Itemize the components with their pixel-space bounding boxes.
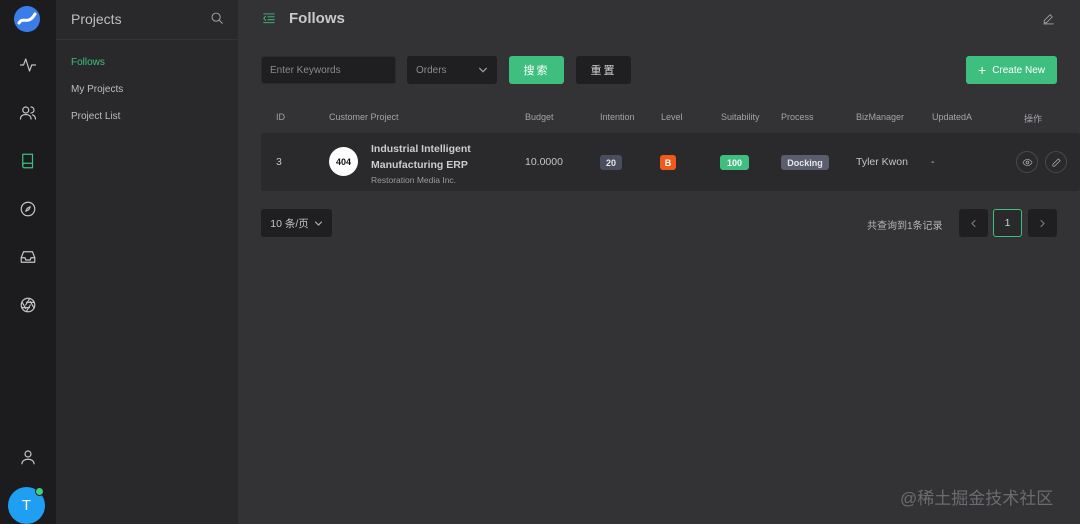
cell-biz-manager: Tyler Kwon <box>856 156 908 168</box>
col-header-biz-manager[interactable]: BizManager <box>856 112 904 122</box>
sidebar-item-project-list[interactable]: Project List <box>71 111 120 122</box>
projects-sidebar: Projects Follows My Projects Project Lis… <box>56 0 238 524</box>
chevron-right-icon <box>1040 219 1045 227</box>
col-header-process[interactable]: Process <box>781 112 814 122</box>
plus-icon: + <box>978 62 987 78</box>
page-size-label: 10 条/页 <box>270 217 309 230</box>
col-header-intention[interactable]: Intention <box>600 112 635 122</box>
user-icon[interactable] <box>14 443 42 471</box>
eye-icon <box>1022 158 1032 166</box>
top-bar: Follows <box>238 0 1080 38</box>
reset-button[interactable]: 重置 <box>576 56 631 84</box>
total-records-text: 共查询到1条记录 <box>867 221 943 232</box>
compass-icon[interactable] <box>14 195 42 223</box>
create-new-label: Create New <box>992 64 1045 76</box>
col-header-id[interactable]: ID <box>276 112 285 122</box>
company-name: Restoration Media Inc. <box>371 175 457 185</box>
col-header-suitability[interactable]: Suitability <box>721 112 760 122</box>
sidebar-item-follows[interactable]: Follows <box>71 57 105 68</box>
avatar-initial: T <box>21 497 32 514</box>
col-header-budget[interactable]: Budget <box>525 112 554 122</box>
cell-updated: - <box>931 156 935 168</box>
page-size-select[interactable]: 10 条/页 <box>261 209 332 237</box>
search-icon[interactable] <box>210 11 226 27</box>
main-content: Follows Orders 搜索 重置 + Create New ID Cus… <box>238 0 1080 524</box>
table-row[interactable]: 3 404 Industrial Intelligent Manufacturi… <box>261 133 1080 191</box>
cell-id: 3 <box>276 156 282 168</box>
users-icon[interactable] <box>14 99 42 127</box>
edit-icon[interactable] <box>1042 12 1056 26</box>
cell-budget: 10.0000 <box>525 156 563 168</box>
icon-rail: T <box>0 0 56 524</box>
inbox-icon[interactable] <box>14 243 42 271</box>
keyword-input[interactable] <box>261 56 396 84</box>
intention-badge: 20 <box>600 155 622 170</box>
watermark: @稀土掘金技术社区 <box>900 489 1054 508</box>
pencil-icon <box>1051 157 1061 167</box>
aperture-icon[interactable] <box>14 291 42 319</box>
next-page-button[interactable] <box>1028 209 1057 237</box>
project-name[interactable]: Industrial Intelligent Manufacturing ERP <box>371 141 501 173</box>
level-badge: B <box>660 155 676 170</box>
orders-select-label: Orders <box>416 64 447 76</box>
sidebar-header: Projects <box>56 0 238 40</box>
project-logo: 404 <box>329 147 358 176</box>
chevron-down-icon <box>314 220 322 226</box>
page-title: Follows <box>289 10 345 27</box>
col-header-customer-project[interactable]: Customer Project <box>329 112 399 122</box>
activity-icon[interactable] <box>14 51 42 79</box>
online-status-dot <box>35 487 44 496</box>
page-number-current[interactable]: 1 <box>993 209 1022 237</box>
col-header-level[interactable]: Level <box>661 112 683 122</box>
search-button[interactable]: 搜索 <box>509 56 564 84</box>
prev-page-button[interactable] <box>959 209 988 237</box>
sidebar-item-my-projects[interactable]: My Projects <box>71 84 123 95</box>
sidebar-title: Projects <box>71 11 122 27</box>
view-button[interactable] <box>1016 151 1038 173</box>
chevron-down-icon <box>479 67 487 73</box>
orders-select[interactable]: Orders <box>407 56 497 84</box>
create-new-button[interactable]: + Create New <box>966 56 1057 84</box>
book-icon[interactable] <box>14 147 42 175</box>
process-badge: Docking <box>781 155 829 170</box>
col-header-actions: 操作 <box>1024 114 1043 124</box>
chevron-left-icon <box>971 219 976 227</box>
suitability-badge: 100 <box>720 155 749 170</box>
app-logo-icon[interactable] <box>12 4 42 34</box>
edit-row-button[interactable] <box>1045 151 1067 173</box>
col-header-updated[interactable]: UpdatedA <box>932 112 974 122</box>
menu-fold-icon[interactable] <box>262 11 278 27</box>
